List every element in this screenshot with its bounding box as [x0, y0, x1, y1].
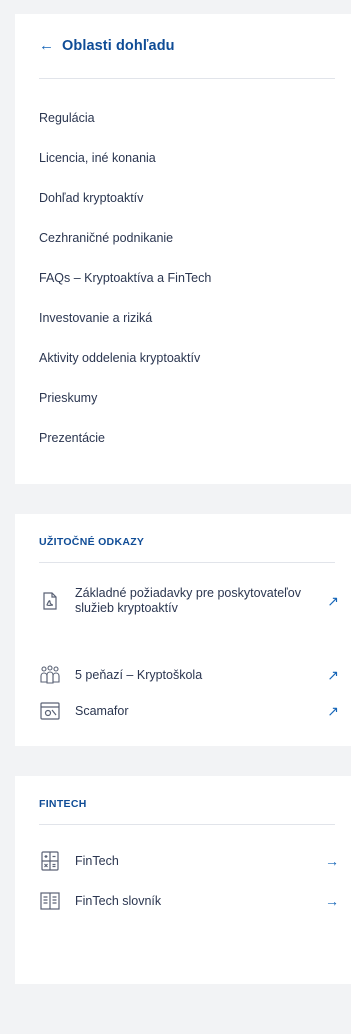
external-link-icon: ↗ — [327, 702, 339, 719]
nav-item-prezentacie[interactable]: Prezentácie — [39, 426, 211, 466]
supervision-nav-panel: ← Oblasti dohľadu Regulácia Licencia, in… — [15, 14, 351, 484]
link-item-fintech-slovnik[interactable]: FinTech slovník → — [39, 890, 339, 912]
back-link[interactable]: ← Oblasti dohľadu — [39, 37, 175, 55]
arrow-right-icon: → — [325, 853, 339, 869]
useful-links-title: UŽITOČNÉ ODKAZY — [39, 536, 145, 548]
link-label: 5 peňazí – Kryptoškola — [75, 667, 203, 682]
arrow-right-icon: → — [325, 893, 339, 909]
link-label: FinTech slovník — [75, 893, 162, 908]
nav-item-dohlad-kryptoaktiv[interactable]: Dohľad kryptoaktív — [39, 186, 211, 226]
nav-list: Regulácia Licencia, iné konania Dohľad k… — [39, 106, 211, 466]
link-label: Základné požiadavky pre poskytovateľov s… — [75, 586, 301, 615]
book-icon — [39, 890, 61, 912]
pdf-document-icon — [39, 590, 61, 612]
fintech-panel: FINTECH FinTech → FinTech slovník → — [15, 776, 351, 984]
divider — [39, 824, 335, 825]
browser-window-icon — [39, 700, 61, 722]
nav-title: Oblasti dohľadu — [62, 38, 175, 54]
nav-item-aktivity[interactable]: Aktivity oddelenia kryptoaktív — [39, 346, 211, 386]
nav-item-regulacia[interactable]: Regulácia — [39, 106, 211, 146]
useful-links-panel: UŽITOČNÉ ODKAZY Základné požiadavky pre … — [15, 514, 351, 746]
external-link-icon: ↗ — [327, 592, 339, 609]
back-arrow-icon: ← — [39, 37, 54, 54]
divider — [39, 78, 335, 79]
people-group-icon — [39, 664, 61, 686]
nav-item-prieskumy[interactable]: Prieskumy — [39, 386, 211, 426]
nav-item-licencia[interactable]: Licencia, iné konania — [39, 146, 211, 186]
fintech-title: FINTECH — [39, 798, 87, 810]
nav-item-investovanie[interactable]: Investovanie a riziká — [39, 306, 211, 346]
nav-item-cezhranicne-podnikanie[interactable]: Cezhraničné podnikanie — [39, 226, 211, 266]
external-link-icon: ↗ — [327, 666, 339, 683]
link-item-zakladne-poziadavky[interactable]: Základné požiadavky pre poskytovateľov s… — [39, 586, 339, 616]
link-item-fintech[interactable]: FinTech → — [39, 850, 339, 872]
link-label: Scamafor — [75, 703, 129, 718]
link-item-scamafor[interactable]: Scamafor ↗ — [39, 700, 339, 722]
link-label: FinTech — [75, 853, 119, 868]
divider — [39, 562, 335, 563]
nav-item-faqs[interactable]: FAQs – Kryptoaktíva a FinTech — [39, 266, 211, 306]
link-item-5-penazi[interactable]: 5 peňazí – Kryptoškola ↗ — [39, 664, 339, 686]
calculator-icon — [39, 850, 61, 872]
